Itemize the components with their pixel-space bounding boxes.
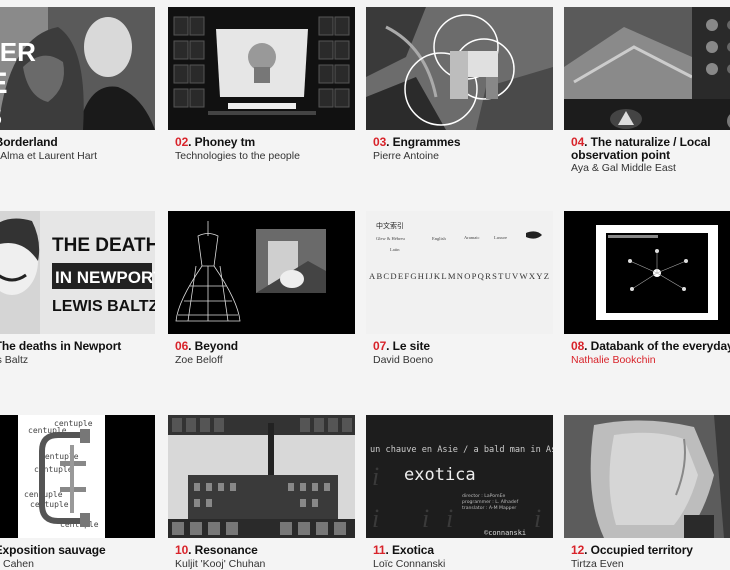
item-number: 02 <box>175 135 189 149</box>
overlay-text: Luxure <box>494 235 507 240</box>
thumbnail-image[interactable] <box>564 211 730 334</box>
item-number: 06 <box>175 339 189 353</box>
item-author: Tirtza Even <box>571 558 624 570</box>
thumbnail-image[interactable]: ii iii un chauve en Asie / a bald man in… <box>366 415 553 538</box>
item-title[interactable]: 04. The naturalize / Local observation p… <box>571 136 730 162</box>
item-author: Aya & Gal Middle East <box>571 162 676 174</box>
overlay-text: un chauve en Asie / a bald man in Asia <box>370 445 553 455</box>
thumbnail-image[interactable] <box>168 211 355 334</box>
overlay-text: Latin <box>390 247 400 252</box>
item-author: Pierre Antoine <box>373 150 439 162</box>
item-number: 11 <box>373 543 386 557</box>
item-number: 08 <box>571 339 585 353</box>
overlay-text: exotica <box>404 465 476 485</box>
item-author: Zoe Beloff <box>175 354 223 366</box>
overlay-text: director : LaPomEe <box>462 493 505 499</box>
svg-text:i: i <box>422 504 429 533</box>
overlay-text: AYER <box>0 37 36 67</box>
thumbnail-image[interactable] <box>564 415 730 538</box>
item-author: David Boeno <box>373 354 434 366</box>
item-author: Loïc Connanski <box>373 558 446 570</box>
item-title[interactable]: 07. Le site <box>373 340 553 353</box>
item-author: Jean Alma et Laurent Hart <box>0 150 97 162</box>
item-title[interactable]: 08. Databank of the everyday <box>571 340 730 353</box>
overlay-text: NS <box>0 101 2 130</box>
svg-text:i: i <box>446 504 453 533</box>
overlay-text: ABCDEFGHIJKLMNOPQRSTUVWXYZ <box>369 271 549 281</box>
overlay-text: 中文索引 <box>376 221 404 230</box>
item-title[interactable]: 09. Exposition sauvage <box>0 544 155 557</box>
svg-text:i: i <box>372 462 379 491</box>
item-author: Peter Cahen <box>0 558 34 570</box>
item-number: 12 <box>571 543 585 557</box>
item-number: 04 <box>571 135 585 149</box>
item-title[interactable]: 06. Beyond <box>175 340 355 353</box>
thumbnail-image[interactable]: AYER NE NS <box>0 7 155 130</box>
overlay-text: ©connanski <box>484 529 526 537</box>
overlay-text: centuple <box>30 500 69 509</box>
overlay-text: IN NEWPORT <box>55 268 155 287</box>
svg-text:i: i <box>534 504 541 533</box>
thumbnail-image[interactable]: 中文索引 Glew & Hébreu English Aramaic Luxur… <box>366 211 553 334</box>
overlay-text: programmer : L. Alhadef <box>462 499 519 505</box>
item-author: Lewis Baltz <box>0 354 29 366</box>
thumbnail-image[interactable] <box>168 7 355 130</box>
thumbnail-image[interactable]: centuple centuple centuple centuple cent… <box>0 415 155 538</box>
thumbnail-image[interactable] <box>564 7 730 130</box>
thumbnail-image[interactable] <box>168 415 355 538</box>
thumbnail-image[interactable]: THE DEATHS IN NEWPORT LEWIS BALTZ <box>0 211 155 334</box>
overlay-text: NE <box>0 67 8 100</box>
overlay-text: Aramaic <box>464 235 480 240</box>
item-title[interactable]: 12. Occupied territory <box>571 544 730 557</box>
item-title[interactable]: 01. Borderland <box>0 136 155 149</box>
item-title[interactable]: 05. The deaths in Newport <box>0 340 155 353</box>
thumbnail-image[interactable] <box>366 7 553 130</box>
overlay-text: LEWIS BALTZ <box>52 298 155 315</box>
overlay-text: English <box>432 236 447 241</box>
overlay-text: THE DEATHS <box>52 235 155 256</box>
item-title[interactable]: 10. Resonance <box>175 544 355 557</box>
item-number: 10 <box>175 543 189 557</box>
item-author: Technologies to the people <box>175 150 300 162</box>
item-title[interactable]: 03. Engrammes <box>373 136 553 149</box>
item-number: 07 <box>373 339 387 353</box>
overlay-text: Glew & Hébreu <box>376 236 405 241</box>
item-author: Nathalie Bookchin <box>571 354 656 366</box>
overlay-text: translator : A-M Mapper <box>462 505 516 511</box>
item-title[interactable]: 02. Phoney tm <box>175 136 355 149</box>
item-number: 03 <box>373 135 387 149</box>
item-author: Kuljit 'Kooj' Chuhan <box>175 558 266 570</box>
item-title[interactable]: 11. Exotica <box>373 544 553 557</box>
svg-text:i: i <box>372 504 379 533</box>
